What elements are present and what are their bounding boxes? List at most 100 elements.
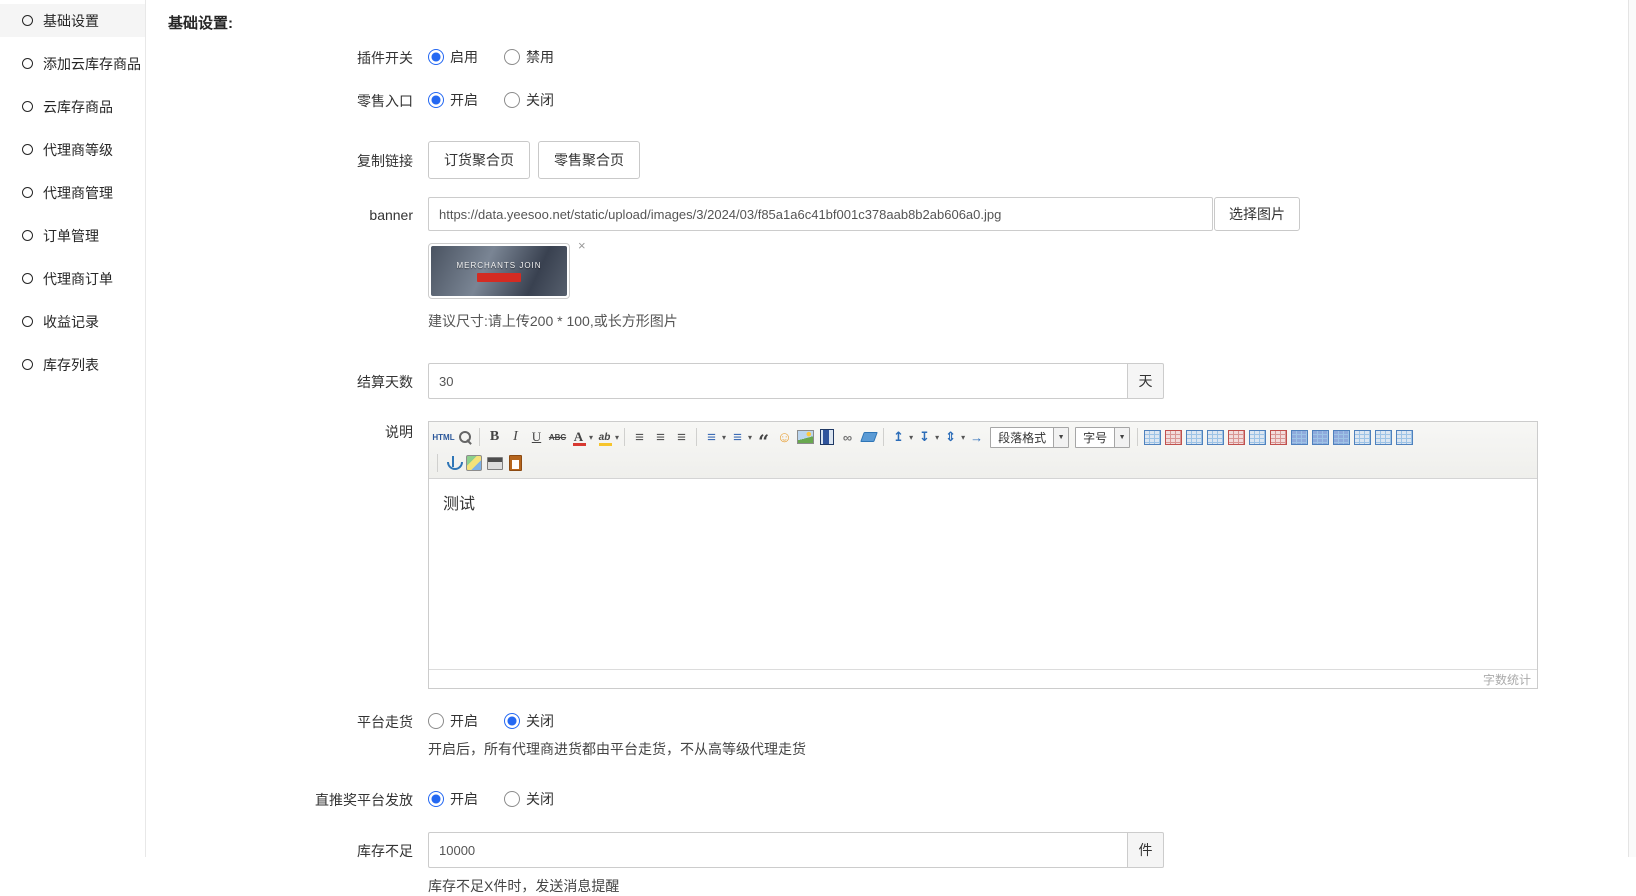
ordered-list-icon[interactable]: ≡ bbox=[701, 427, 722, 448]
direct-reward-on-label: 开启 bbox=[450, 789, 478, 809]
retail-entry-option-off[interactable]: 关闭 bbox=[504, 90, 554, 110]
font-size-select[interactable]: 字号▼ bbox=[1075, 427, 1130, 448]
settle-days-input[interactable] bbox=[428, 363, 1128, 399]
sidebar-item-7[interactable]: 代理商订单 bbox=[0, 262, 145, 295]
align-center-icon[interactable]: ≡ bbox=[650, 427, 671, 448]
hyperlink-icon[interactable]: ∞ bbox=[837, 427, 858, 448]
strikethrough-icon[interactable]: ABC bbox=[547, 427, 568, 448]
highlight-color-icon[interactable]: ab bbox=[594, 427, 615, 448]
paragraph-format-select[interactable]: 段落格式▼ bbox=[990, 427, 1069, 448]
align-right-icon[interactable]: ≡ bbox=[671, 427, 692, 448]
row-retail-entry: 零售入口 开启 关闭 bbox=[168, 90, 1636, 111]
editor-statusbar: 字数统计 bbox=[429, 669, 1537, 688]
unordered-list-icon[interactable]: ≡ bbox=[727, 427, 748, 448]
sidebar-item-9[interactable]: 库存列表 bbox=[0, 348, 145, 381]
insert-row-above-icon[interactable] bbox=[1205, 427, 1226, 448]
order-aggregate-page-button[interactable]: 订货聚合页 bbox=[428, 141, 530, 179]
delete-row-icon[interactable] bbox=[1226, 427, 1247, 448]
font-color-icon[interactable]: A bbox=[568, 427, 589, 448]
delete-table-icon[interactable] bbox=[1163, 427, 1184, 448]
choose-image-button[interactable]: 选择图片 bbox=[1214, 197, 1300, 231]
table-cell-properties-icon[interactable] bbox=[1184, 427, 1205, 448]
insert-column-right-icon[interactable] bbox=[1331, 427, 1352, 448]
editor-toolbar: HTMLBIUABCA▾ab▾≡≡≡≡▾≡▾“☺∞↥▾↧▾⇕▾→段落格式▼字号▼ bbox=[429, 422, 1537, 479]
margin-bottom-dropdown-icon[interactable]: ▾ bbox=[935, 433, 939, 442]
low-stock-group: 件 bbox=[428, 832, 1164, 868]
plugin-switch-option-off[interactable]: 禁用 bbox=[504, 47, 554, 67]
split-columns-icon[interactable] bbox=[1394, 427, 1415, 448]
line-height-dropdown-icon[interactable]: ▾ bbox=[961, 433, 965, 442]
insert-image-icon[interactable] bbox=[795, 427, 816, 448]
low-stock-input[interactable] bbox=[428, 832, 1128, 868]
page-scrollbar[interactable] bbox=[1628, 0, 1636, 857]
cell-fill-icon[interactable] bbox=[1289, 427, 1310, 448]
blockquote-icon[interactable]: “ bbox=[753, 427, 774, 448]
highlight-color-dropdown-icon[interactable]: ▾ bbox=[615, 433, 619, 442]
sidebar-item-8[interactable]: 收益记录 bbox=[0, 305, 145, 338]
plugin-switch-radio-off[interactable] bbox=[504, 49, 520, 65]
merge-cells-icon[interactable] bbox=[1352, 427, 1373, 448]
paragraph-format-label: 段落格式 bbox=[991, 429, 1053, 446]
insert-column-left-icon[interactable] bbox=[1247, 427, 1268, 448]
sidebar-item-6[interactable]: 订单管理 bbox=[0, 219, 145, 252]
source-code-icon[interactable]: HTML bbox=[433, 427, 454, 448]
retail-entry-radio-group: 开启 关闭 bbox=[428, 90, 554, 110]
print-icon[interactable] bbox=[484, 453, 505, 474]
field-label-description: 说明 bbox=[168, 421, 428, 442]
delete-column-icon[interactable] bbox=[1268, 427, 1289, 448]
plugin-switch-option-on[interactable]: 启用 bbox=[428, 47, 478, 67]
margin-top-dropdown-icon[interactable]: ▾ bbox=[909, 433, 913, 442]
retail-entry-radio-on[interactable] bbox=[428, 92, 444, 108]
direct-reward-radio-on[interactable] bbox=[428, 791, 444, 807]
plugin-switch-radio-on[interactable] bbox=[428, 49, 444, 65]
anchor-icon[interactable] bbox=[442, 453, 463, 474]
platform-ship-radio-off[interactable] bbox=[504, 713, 520, 729]
retail-aggregate-page-button[interactable]: 零售聚合页 bbox=[538, 141, 640, 179]
sidebar-item-2[interactable]: 添加云库存商品 bbox=[0, 47, 145, 80]
chevron-down-icon[interactable]: ▼ bbox=[1114, 428, 1129, 447]
banner-input-line: 选择图片 bbox=[428, 197, 1300, 231]
direct-reward-radio-off[interactable] bbox=[504, 791, 520, 807]
toolbar-separator bbox=[437, 454, 438, 472]
font-color-dropdown-icon[interactable]: ▾ bbox=[589, 433, 593, 442]
direct-reward-option-off[interactable]: 关闭 bbox=[504, 789, 554, 809]
margin-top-icon[interactable]: ↥ bbox=[888, 427, 909, 448]
sidebar-item-5[interactable]: 代理商管理 bbox=[0, 176, 145, 209]
chevron-down-icon[interactable]: ▼ bbox=[1053, 428, 1068, 447]
toolbar-separator bbox=[883, 428, 884, 446]
circle-icon bbox=[22, 58, 33, 69]
remove-thumbnail-icon[interactable]: × bbox=[578, 239, 586, 252]
align-left-icon[interactable]: ≡ bbox=[629, 427, 650, 448]
insert-table-icon[interactable] bbox=[1142, 427, 1163, 448]
insert-media-icon[interactable] bbox=[816, 427, 837, 448]
retail-entry-radio-off[interactable] bbox=[504, 92, 520, 108]
retail-entry-option-on[interactable]: 开启 bbox=[428, 90, 478, 110]
paste-icon[interactable] bbox=[505, 453, 526, 474]
page-title: 基础设置: bbox=[168, 12, 1636, 33]
platform-ship-option-off[interactable]: 关闭 bbox=[504, 711, 554, 731]
sidebar-item-label: 库存列表 bbox=[43, 355, 99, 375]
direct-reward-option-on[interactable]: 开启 bbox=[428, 789, 478, 809]
sidebar-item-label: 基础设置 bbox=[43, 11, 99, 31]
italic-icon[interactable]: I bbox=[505, 427, 526, 448]
margin-bottom-icon[interactable]: ↧ bbox=[914, 427, 935, 448]
baidu-map-icon[interactable] bbox=[463, 453, 484, 474]
platform-ship-option-on[interactable]: 开启 bbox=[428, 711, 478, 731]
remove-format-icon[interactable] bbox=[858, 427, 879, 448]
sidebar-item-4[interactable]: 代理商等级 bbox=[0, 133, 145, 166]
sidebar-item-1[interactable]: 基础设置 bbox=[0, 4, 145, 37]
editor-content[interactable]: 测试 bbox=[429, 479, 1537, 669]
platform-ship-radio-on[interactable] bbox=[428, 713, 444, 729]
ordered-list-dropdown-icon[interactable]: ▾ bbox=[722, 433, 726, 442]
insert-row-below-icon[interactable] bbox=[1310, 427, 1331, 448]
indent-icon[interactable]: → bbox=[966, 427, 987, 448]
unordered-list-dropdown-icon[interactable]: ▾ bbox=[748, 433, 752, 442]
underline-icon[interactable]: U bbox=[526, 427, 547, 448]
split-rows-icon[interactable] bbox=[1373, 427, 1394, 448]
sidebar-item-3[interactable]: 云库存商品 bbox=[0, 90, 145, 123]
bold-icon[interactable]: B bbox=[484, 427, 505, 448]
banner-url-input[interactable] bbox=[428, 197, 1213, 231]
line-height-icon[interactable]: ⇕ bbox=[940, 427, 961, 448]
preview-icon[interactable] bbox=[454, 427, 475, 448]
emoticons-icon[interactable]: ☺ bbox=[774, 427, 795, 448]
